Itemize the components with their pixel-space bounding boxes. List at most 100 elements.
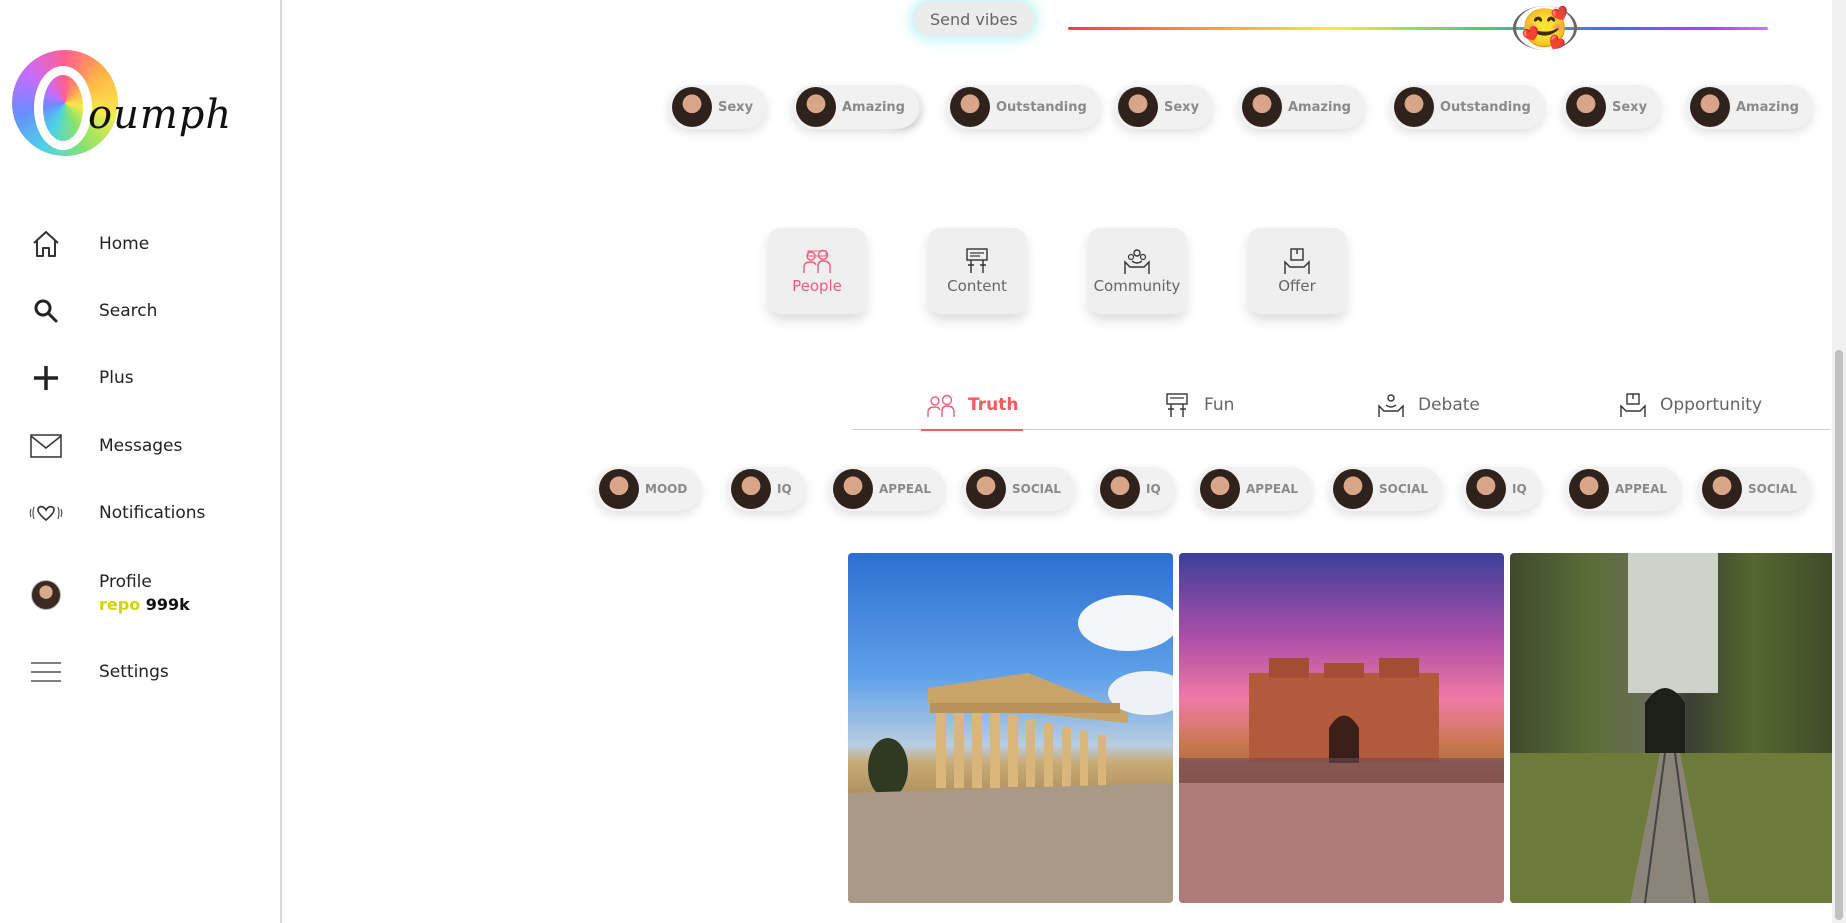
trait-label: IQ [1512, 482, 1527, 496]
trait-label: APPEAL [1246, 482, 1299, 496]
sidebar-item-plus[interactable]: Plus [28, 356, 268, 400]
people-icon [927, 394, 955, 417]
avatar [1242, 87, 1282, 127]
category-offer[interactable]: Offer [1248, 228, 1346, 314]
trait-chip[interactable]: APPEAL [1196, 467, 1313, 511]
trait-label: SOCIAL [1012, 482, 1062, 496]
page-scrollbar[interactable] [1832, 0, 1846, 923]
trait-chip[interactable]: SOCIAL [1329, 467, 1443, 511]
compliment-chip[interactable]: Amazing [792, 85, 919, 129]
sidebar-item-search[interactable]: Search [28, 289, 268, 333]
compliment-label: Sexy [1164, 99, 1200, 115]
tab-label: Truth [968, 395, 1019, 415]
avatar [1702, 469, 1742, 509]
category-community[interactable]: Community [1088, 228, 1186, 314]
compliment-chip[interactable]: Sexy [668, 85, 768, 129]
trait-label: APPEAL [879, 482, 932, 496]
avatar [1118, 87, 1158, 127]
main-content: Send vibes 🥰 + SexyAmazingOutstandingSex… [284, 0, 1846, 923]
avatar [1690, 87, 1730, 127]
trait-chip[interactable]: APPEAL [829, 467, 946, 511]
trait-chip[interactable]: SOCIAL [1698, 467, 1812, 511]
send-vibes-button[interactable]: Send vibes [914, 2, 1034, 36]
sidebar-item-label: Plus [99, 368, 134, 388]
category-label: People [792, 277, 842, 295]
content-icon [966, 248, 988, 273]
avatar [1566, 87, 1606, 127]
trait-label: SOCIAL [1379, 482, 1429, 496]
trait-chip[interactable]: MOOD [595, 467, 702, 511]
trait-label: IQ [1146, 482, 1161, 496]
sidebar: oumph Home Search Plus Messages Notifica… [0, 0, 282, 923]
people-icon [803, 249, 831, 273]
compliment-label: Outstanding [996, 99, 1087, 115]
avatar [599, 469, 639, 509]
plus-icon [28, 360, 64, 396]
avatar [796, 87, 836, 127]
tab-label: Debate [1418, 395, 1480, 415]
tab-fun[interactable]: Fun [1162, 380, 1234, 430]
avatar [1333, 469, 1373, 509]
vibe-slider[interactable] [1068, 27, 1768, 30]
compliment-chip[interactable]: Outstanding [946, 85, 1101, 129]
sidebar-item-label: Settings [99, 662, 169, 682]
sidebar-item-label: Messages [99, 436, 183, 456]
category-content[interactable]: Content [928, 228, 1026, 314]
trait-chip[interactable]: IQ [1096, 467, 1175, 511]
avatar [672, 87, 712, 127]
category-people[interactable]: People [768, 228, 866, 314]
compliment-chip[interactable]: Sexy [1562, 85, 1662, 129]
trait-chip[interactable]: IQ [1462, 467, 1541, 511]
sidebar-item-messages[interactable]: Messages [28, 424, 268, 468]
feed-tabs: Truth Fun Debate Opportunity [852, 380, 1830, 431]
compliment-chip[interactable]: Outstanding [1390, 85, 1545, 129]
sidebar-item-label: Search [99, 301, 158, 321]
profile-avatar [28, 577, 64, 613]
sidebar-item-settings[interactable]: Settings [28, 650, 268, 694]
sidebar-item-profile[interactable]: Profile repo 999k [28, 570, 268, 620]
trait-chip[interactable]: SOCIAL [962, 467, 1076, 511]
compliment-label: Sexy [718, 99, 754, 115]
trait-label: MOOD [645, 482, 688, 496]
scrollbar-thumb[interactable] [1835, 350, 1843, 920]
oumph-logo[interactable]: oumph [12, 50, 232, 160]
compliment-label: Outstanding [1440, 99, 1531, 115]
compliment-chip[interactable]: Amazing [1238, 85, 1365, 129]
category-label: Content [947, 277, 1007, 295]
avatar [833, 469, 873, 509]
sidebar-item-home[interactable]: Home [28, 222, 268, 266]
community-icon [1124, 249, 1150, 274]
heart-vibration-icon [28, 495, 64, 531]
trait-label: SOCIAL [1748, 482, 1798, 496]
compliment-chip[interactable]: Amazing [1686, 85, 1813, 129]
trait-chip[interactable]: APPEAL [1565, 467, 1682, 511]
tab-opportunity[interactable]: Opportunity [1618, 380, 1762, 430]
trait-label: IQ [777, 482, 792, 496]
home-icon [28, 226, 64, 262]
mail-icon [28, 428, 64, 464]
offer-icon [1284, 248, 1310, 274]
post-photo-ruins[interactable] [848, 553, 1173, 903]
tab-debate[interactable]: Debate [1376, 380, 1480, 430]
compliment-chip[interactable]: Sexy [1114, 85, 1214, 129]
trait-chip[interactable]: IQ [727, 467, 806, 511]
repo-score: repo 999k [99, 595, 190, 614]
gateway-illustration [1179, 658, 1504, 903]
tab-truth[interactable]: Truth [920, 380, 1024, 431]
content-icon [1166, 393, 1188, 417]
compliment-label: Sexy [1612, 99, 1648, 115]
compliment-label: Amazing [842, 99, 905, 115]
post-photo-railway-tunnel[interactable] [1510, 553, 1835, 903]
railway-illustration [1510, 553, 1835, 903]
post-photo-gateway[interactable] [1179, 553, 1504, 903]
sidebar-item-label: Home [99, 234, 150, 254]
compliment-label: Amazing [1288, 99, 1351, 115]
sidebar-item-notifications[interactable]: Notifications [28, 491, 268, 535]
avatar [731, 469, 771, 509]
category-label: Community [1093, 277, 1181, 295]
vibe-slider-thumb[interactable]: 🥰 [1513, 6, 1577, 50]
avatar [1569, 469, 1609, 509]
sidebar-item-label: Profile [99, 572, 152, 592]
compliment-label: Amazing [1736, 99, 1799, 115]
tab-label: Fun [1204, 395, 1235, 415]
